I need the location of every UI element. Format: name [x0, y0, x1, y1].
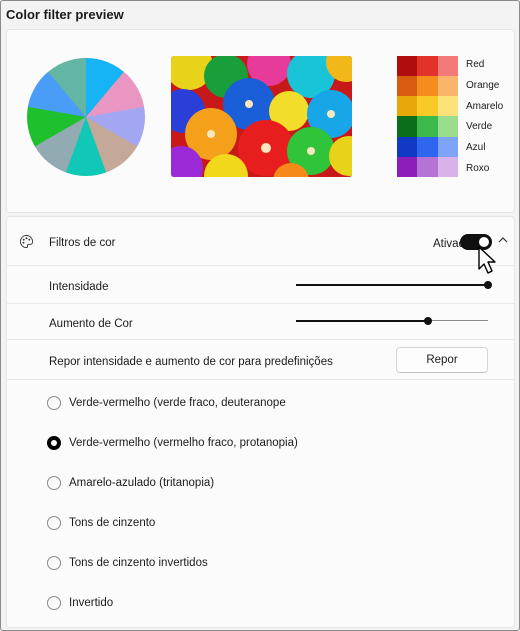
divider [7, 379, 514, 380]
color-filters-window: Color filter preview Red Orange Amarelo … [0, 0, 520, 631]
reset-button[interactable]: Repor [396, 347, 488, 373]
color-filters-settings: Filtros de cor Ativado Intensidade Aumen… [6, 216, 515, 628]
swatch-cell [397, 156, 418, 177]
color-swatch-grid [397, 56, 458, 177]
swatch-row [397, 156, 458, 177]
swatch-labels: Red Orange Amarelo Verde Azul Roxo [466, 56, 516, 181]
paper-fans-photo [171, 56, 352, 177]
swatch-cell [437, 76, 458, 97]
divider [7, 265, 514, 266]
swatch-cell [417, 136, 438, 157]
swatch-cell [397, 56, 418, 77]
intensity-thumb[interactable] [484, 281, 492, 289]
palette-icon [19, 234, 34, 249]
radio-button[interactable] [47, 516, 61, 530]
swatch-cell [437, 116, 458, 137]
radio-button[interactable] [47, 396, 61, 410]
swatch-cell [397, 116, 418, 137]
swatch-cell [397, 96, 418, 117]
swatch-label: Orange [466, 79, 500, 91]
swatch-cell [417, 116, 438, 137]
swatch-cell [417, 156, 438, 177]
swatch-row [397, 96, 458, 117]
filter-option-label: Verde-vermelho (vermelho fraco, protanop… [69, 437, 298, 449]
pie-chart-preview [27, 58, 145, 176]
swatch-row [397, 76, 458, 97]
filter-option-label: Invertido [69, 597, 114, 609]
swatch-cell [437, 156, 458, 177]
swatch-cell [417, 76, 438, 97]
divider [7, 339, 514, 340]
boost-track [428, 320, 488, 321]
boost-thumb[interactable] [424, 317, 432, 325]
swatch-cell [437, 96, 458, 117]
intensity-track-fill [296, 284, 488, 286]
swatch-row [397, 136, 458, 157]
swatch-cell [437, 136, 458, 157]
swatch-label: Red [466, 59, 485, 70]
divider [7, 303, 514, 304]
color-boost-slider[interactable] [296, 314, 488, 328]
reset-description: Repor intensidade e aumento de cor para … [49, 356, 333, 368]
boost-track-fill [296, 320, 428, 322]
preview-title: Color filter preview [6, 7, 124, 22]
color-filters-label: Filtros de cor [49, 237, 116, 249]
radio-selected[interactable] [47, 436, 61, 450]
radio-button[interactable] [47, 596, 61, 610]
filter-option-label: Tons de cinzento [69, 517, 156, 529]
radio-button[interactable] [47, 476, 61, 490]
intensity-label: Intensidade [49, 281, 109, 293]
filter-option-label: Amarelo-azulado (tritanopia) [69, 477, 215, 489]
swatch-cell [397, 136, 418, 157]
swatch-cell [397, 76, 418, 97]
filter-option-label: Tons de cinzento invertidos [69, 557, 208, 569]
intensity-slider[interactable] [296, 278, 492, 292]
radio-button[interactable] [47, 556, 61, 570]
swatch-label: Amarelo [466, 100, 504, 112]
filter-option-label: Verde-vermelho (verde fraco, deuteranope [69, 397, 286, 409]
swatch-cell [417, 56, 438, 77]
mouse-pointer-icon [478, 246, 496, 274]
swatch-label: Verde [466, 121, 493, 133]
swatch-cell [417, 96, 438, 117]
swatch-label: Roxo [466, 162, 490, 174]
photo-art [171, 56, 352, 177]
swatch-cell [437, 56, 458, 77]
swatch-row [397, 116, 458, 137]
swatch-label: Azul [466, 142, 486, 154]
swatch-row [397, 56, 458, 77]
color-filters-header[interactable]: Filtros de cor Ativado [7, 217, 514, 265]
color-boost-label: Aumento de Cor [49, 318, 133, 330]
